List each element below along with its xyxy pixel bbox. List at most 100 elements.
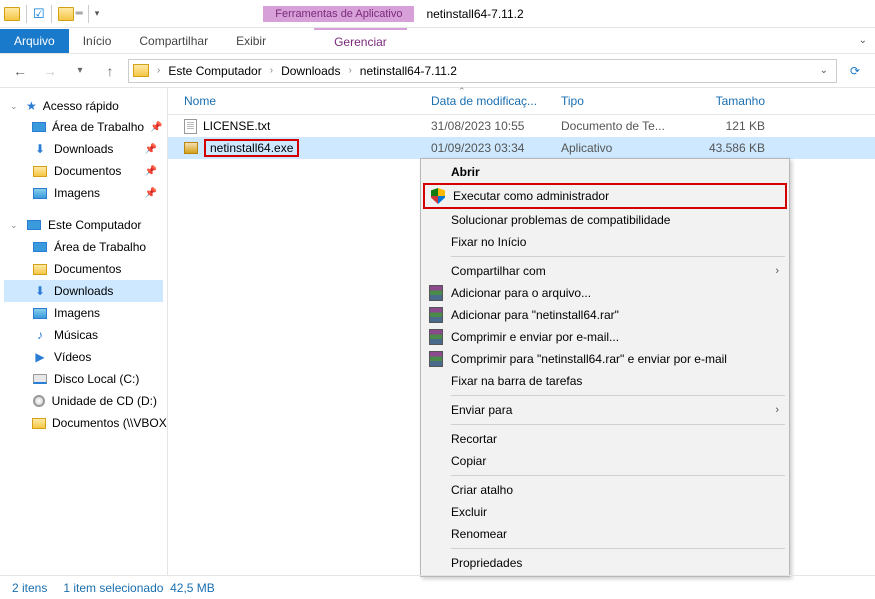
menu-compress-rar-email[interactable]: Comprimir para "netinstall64.rar" e envi… bbox=[423, 348, 787, 370]
address-dropdown-icon[interactable]: ⌄ bbox=[816, 65, 832, 76]
menu-properties[interactable]: Propriedades bbox=[423, 552, 787, 574]
sidebar-item-desktop[interactable]: Área de Trabalho📌 bbox=[4, 116, 163, 138]
menu-compress-email[interactable]: Comprimir e enviar por e-mail... bbox=[423, 326, 787, 348]
menu-label: Comprimir para "netinstall64.rar" e envi… bbox=[451, 352, 727, 366]
qat-dropdown-icon[interactable]: ▾ bbox=[95, 8, 100, 19]
address-bar: ← → ▾ ↑ › Este Computador › Downloads › … bbox=[0, 54, 875, 88]
menu-open[interactable]: Abrir bbox=[423, 161, 787, 183]
menu-add-archive[interactable]: Adicionar para o arquivo... bbox=[423, 282, 787, 304]
chevron-down-icon[interactable]: ⌄ bbox=[10, 101, 20, 112]
menu-label: Adicionar para "netinstall64.rar" bbox=[451, 308, 619, 322]
column-header-date[interactable]: Data de modificaç... bbox=[423, 94, 553, 108]
breadcrumb-bar[interactable]: › Este Computador › Downloads › netinsta… bbox=[128, 59, 837, 83]
quick-access-group[interactable]: ⌄ ★ Acesso rápido bbox=[4, 96, 163, 116]
menu-cut[interactable]: Recortar bbox=[423, 428, 787, 450]
crumb-downloads[interactable]: Downloads bbox=[277, 62, 344, 80]
chevron-down-icon[interactable]: ⌄ bbox=[10, 220, 20, 231]
crumb-pc[interactable]: Este Computador bbox=[164, 62, 265, 80]
ribbon: Arquivo Início Compartilhar Exibir Geren… bbox=[0, 28, 875, 54]
menu-separator bbox=[451, 395, 785, 396]
menu-compat[interactable]: Solucionar problemas de compatibilidade bbox=[423, 209, 787, 231]
downloads-icon: ⬇ bbox=[32, 283, 48, 299]
menu-separator bbox=[451, 548, 785, 549]
sidebar-item-cd-d[interactable]: Unidade de CD (D:) bbox=[4, 390, 163, 412]
history-dropdown[interactable]: ▾ bbox=[68, 59, 92, 83]
file-name: LICENSE.txt bbox=[203, 119, 270, 133]
this-pc-label: Este Computador bbox=[48, 218, 141, 232]
menu-send-to[interactable]: Enviar para› bbox=[423, 399, 787, 421]
window-title: netinstall64-7.11.2 bbox=[426, 7, 523, 21]
menu-share-with[interactable]: Compartilhar com› bbox=[423, 260, 787, 282]
chevron-icon[interactable]: › bbox=[268, 65, 275, 76]
column-header-size[interactable]: Tamanho bbox=[673, 94, 773, 108]
file-row[interactable]: LICENSE.txt 31/08/2023 10:55 Documento d… bbox=[168, 115, 875, 137]
pictures-icon bbox=[33, 188, 47, 199]
sidebar-item-label: Downloads bbox=[54, 284, 113, 298]
menu-copy[interactable]: Copiar bbox=[423, 450, 787, 472]
sidebar-item-music[interactable]: ♪ Músicas bbox=[4, 324, 163, 346]
pin-icon: 📌 bbox=[145, 188, 157, 199]
qat-customize-icon[interactable]: ═ bbox=[76, 8, 82, 19]
column-header-type[interactable]: Tipo bbox=[553, 94, 673, 108]
crumb-folder[interactable]: netinstall64-7.11.2 bbox=[356, 62, 461, 80]
cd-icon bbox=[33, 395, 45, 407]
menu-label: Excluir bbox=[451, 505, 487, 519]
back-button[interactable]: ← bbox=[8, 59, 32, 83]
music-icon: ♪ bbox=[32, 327, 48, 343]
videos-icon: ▶ bbox=[32, 349, 48, 365]
submenu-arrow-icon: › bbox=[775, 265, 779, 277]
file-tab[interactable]: Arquivo bbox=[0, 29, 69, 53]
menu-shortcut[interactable]: Criar atalho bbox=[423, 479, 787, 501]
sidebar-item-pictures[interactable]: Imagens📌 bbox=[4, 182, 163, 204]
sidebar-item-videos[interactable]: ▶Vídeos bbox=[4, 346, 163, 368]
sidebar-item-pictures[interactable]: Imagens bbox=[4, 302, 163, 324]
pin-icon: 📌 bbox=[150, 122, 162, 133]
chevron-icon[interactable]: › bbox=[155, 65, 162, 76]
star-icon: ★ bbox=[26, 99, 37, 113]
menu-rename[interactable]: Renomear bbox=[423, 523, 787, 545]
sidebar-item-downloads[interactable]: ⬇ Downloads bbox=[4, 280, 163, 302]
pictures-icon bbox=[33, 308, 47, 319]
sidebar-item-downloads[interactable]: ⬇Downloads📌 bbox=[4, 138, 163, 160]
status-item-count: 2 itens bbox=[12, 581, 47, 595]
tab-inicio[interactable]: Início bbox=[69, 29, 126, 53]
app-icon[interactable] bbox=[4, 7, 20, 21]
menu-run-as-admin[interactable]: Executar como administrador bbox=[425, 185, 785, 207]
contextual-tab-header: Ferramentas de Aplicativo bbox=[263, 6, 414, 22]
file-type: Aplicativo bbox=[553, 141, 673, 155]
file-row-selected[interactable]: netinstall64.exe 01/09/2023 03:34 Aplica… bbox=[168, 137, 875, 159]
tab-compartilhar[interactable]: Compartilhar bbox=[125, 29, 222, 53]
exe-file-icon bbox=[184, 142, 198, 154]
qat-properties-icon[interactable]: ☑ bbox=[33, 6, 45, 22]
column-header-name[interactable]: Nome bbox=[168, 94, 423, 108]
rar-icon bbox=[429, 285, 443, 301]
menu-label: Executar como administrador bbox=[453, 189, 609, 203]
sidebar-item-documents[interactable]: Documentos📌 bbox=[4, 160, 163, 182]
qat-newfolder-icon[interactable] bbox=[58, 7, 74, 21]
menu-pin-taskbar[interactable]: Fixar na barra de tarefas bbox=[423, 370, 787, 392]
menu-delete[interactable]: Excluir bbox=[423, 501, 787, 523]
menu-pin-start[interactable]: Fixar no Início bbox=[423, 231, 787, 253]
chevron-icon[interactable]: › bbox=[346, 65, 353, 76]
rar-icon bbox=[429, 351, 443, 367]
menu-label: Criar atalho bbox=[451, 483, 513, 497]
tab-exibir[interactable]: Exibir bbox=[222, 29, 280, 53]
file-size: 121 KB bbox=[673, 119, 773, 133]
sidebar-item-desktop[interactable]: Área de Trabalho bbox=[4, 236, 163, 258]
this-pc-group[interactable]: ⌄ Este Computador bbox=[4, 214, 163, 236]
refresh-button[interactable]: ⟳ bbox=[843, 59, 867, 83]
ribbon-expand-icon[interactable]: ⌄ bbox=[859, 35, 867, 46]
menu-add-rar[interactable]: Adicionar para "netinstall64.rar" bbox=[423, 304, 787, 326]
menu-label: Fixar na barra de tarefas bbox=[451, 374, 582, 388]
menu-separator bbox=[451, 424, 785, 425]
sidebar-item-label: Músicas bbox=[54, 328, 98, 342]
tab-gerenciar[interactable]: Gerenciar bbox=[314, 28, 407, 54]
sidebar-item-network-docs[interactable]: Documentos (\\VBOXSVR) bbox=[4, 412, 163, 434]
desktop-icon bbox=[33, 242, 47, 252]
sidebar-item-disk-c[interactable]: Disco Local (C:) bbox=[4, 368, 163, 390]
up-button[interactable]: ↑ bbox=[98, 59, 122, 83]
forward-button[interactable]: → bbox=[38, 59, 62, 83]
sidebar-item-label: Disco Local (C:) bbox=[54, 372, 139, 386]
sidebar-item-label: Downloads bbox=[54, 142, 113, 156]
sidebar-item-documents[interactable]: Documentos bbox=[4, 258, 163, 280]
